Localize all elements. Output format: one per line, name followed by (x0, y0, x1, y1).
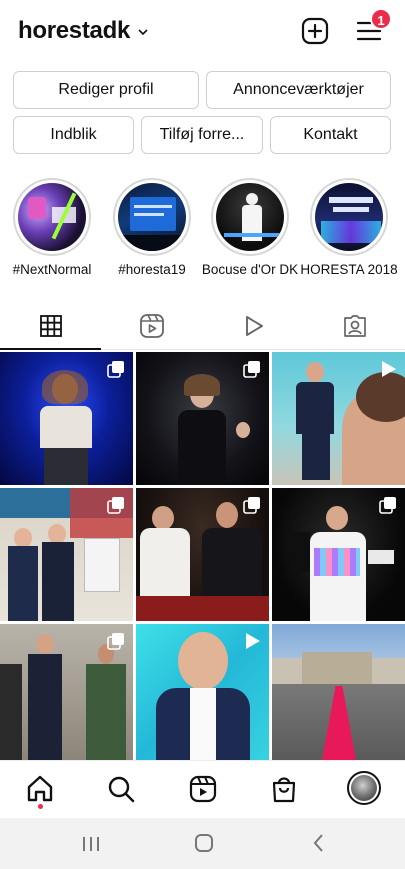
grid-post[interactable] (272, 624, 405, 760)
contact-button[interactable]: Kontakt (270, 116, 391, 154)
highlight-label: HORESTA 2018 (300, 262, 398, 277)
grid-post[interactable] (136, 624, 269, 760)
play-icon (245, 316, 263, 336)
recent-apps-icon[interactable] (80, 833, 102, 855)
highlight-bocuse[interactable]: Bocuse d'Or DK (202, 178, 298, 277)
bottom-navigation (0, 760, 405, 818)
highlight-horesta19[interactable]: #horesta19 (112, 178, 192, 277)
play-icon (246, 633, 260, 649)
grid-post[interactable] (0, 488, 133, 621)
carousel-icon (379, 497, 396, 514)
home-button-icon[interactable] (193, 832, 215, 854)
tab-reels[interactable] (101, 303, 202, 349)
tagged-person-icon (343, 315, 366, 337)
tab-posts-grid[interactable] (0, 303, 101, 349)
carousel-icon (243, 497, 260, 514)
edit-profile-button[interactable]: Rediger profil (13, 71, 199, 109)
add-shop-button[interactable]: Tilføj forre... (141, 116, 263, 154)
grid-post[interactable] (272, 352, 405, 485)
carousel-icon (107, 497, 124, 514)
reels-icon[interactable] (187, 773, 219, 805)
grid-post[interactable] (0, 624, 133, 760)
grid-post[interactable] (136, 352, 269, 485)
carousel-icon (107, 633, 124, 650)
grid-post[interactable] (0, 352, 133, 485)
notification-badge: 1 (370, 8, 392, 30)
back-icon[interactable] (308, 832, 330, 854)
highlight-cover (315, 183, 383, 251)
highlight-nextnormal[interactable]: #NextNormal (12, 178, 92, 277)
carousel-icon (107, 361, 124, 378)
carousel-icon (243, 361, 260, 378)
chevron-down-icon[interactable] (136, 25, 150, 39)
avatar[interactable] (347, 771, 381, 805)
home-active-dot (38, 804, 43, 809)
insights-button[interactable]: Indblik (13, 116, 134, 154)
highlight-horesta2018[interactable]: HORESTA 2018 (300, 178, 398, 277)
shopping-bag-icon[interactable] (268, 773, 300, 805)
highlight-cover (18, 183, 86, 251)
tab-tagged[interactable] (304, 303, 405, 349)
highlight-cover (216, 183, 284, 251)
new-post-icon[interactable] (301, 17, 329, 45)
search-icon[interactable] (105, 773, 137, 805)
grid-icon (39, 315, 62, 337)
reels-icon (139, 314, 164, 338)
system-navigation-bar (0, 818, 405, 869)
grid-post[interactable] (136, 488, 269, 621)
ad-tools-button[interactable]: Annonceværktøjer (206, 71, 391, 109)
play-icon (382, 361, 396, 377)
username[interactable]: horestadk (18, 17, 130, 45)
grid-post[interactable] (272, 488, 405, 621)
tab-videos[interactable] (203, 303, 304, 349)
highlight-cover (118, 183, 186, 251)
active-tab-indicator (0, 348, 101, 350)
home-icon[interactable] (24, 773, 56, 805)
profile-header: horestadk 1 (0, 0, 405, 62)
